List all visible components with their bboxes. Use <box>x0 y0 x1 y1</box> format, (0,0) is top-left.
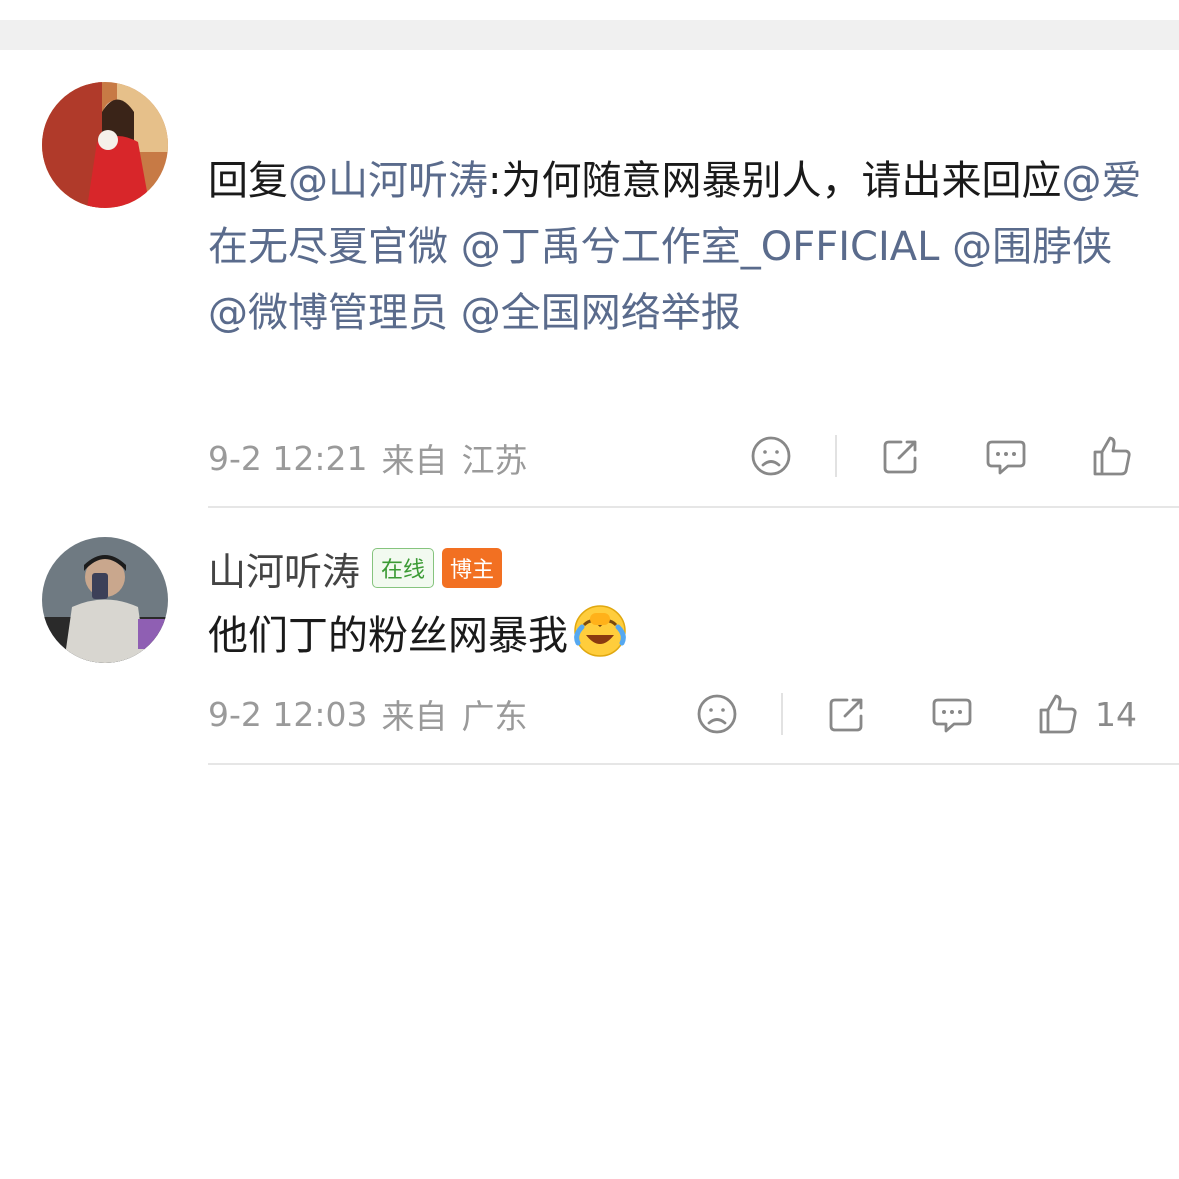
like-count: 14 <box>1095 694 1137 734</box>
comment-text: 回复@山河听涛:为何随意网暴别人，请出来回应@爱在无尽夏官微 @丁禹兮工作室_O… <box>208 148 1148 346</box>
comment-from-label: 来自 <box>381 441 448 480</box>
comment-location: 江苏 <box>461 441 528 480</box>
mention-link[interactable]: @全国网络举报 <box>461 290 741 336</box>
comment-text-segment <box>448 224 461 270</box>
dislike-face-icon[interactable] <box>747 432 795 480</box>
comment-actions: 14 <box>693 686 1137 742</box>
comment-text-segment: :为何随意网暴别人，请出来回应 <box>488 158 1062 204</box>
comment-date: 9-2 12:03 <box>208 694 368 734</box>
comment-meta: 9-2 12:21 来自 江苏 <box>208 430 528 486</box>
crying-laughing-emoji <box>572 603 628 679</box>
avatar[interactable] <box>42 537 168 663</box>
comment-icon[interactable] <box>928 690 976 738</box>
like-thumb-icon[interactable] <box>1033 690 1081 738</box>
dislike-face-icon[interactable] <box>693 690 741 738</box>
comment-date: 9-2 12:21 <box>208 438 368 478</box>
mention-link[interactable]: @山河听涛 <box>288 158 488 204</box>
mention-link[interactable]: @丁禹兮工作室_OFFICIAL <box>461 224 940 270</box>
comment-header: 山河听涛 在线 博主 <box>208 540 503 596</box>
comment-text-segment <box>448 290 461 336</box>
like-thumb-icon[interactable] <box>1087 432 1135 480</box>
top-bar <box>0 20 1179 50</box>
comment-text-segment <box>939 224 952 270</box>
comment-actions <box>747 428 1149 484</box>
online-badge: 在线 <box>372 548 435 588</box>
comment-location: 广东 <box>461 697 528 736</box>
action-separator <box>835 435 837 477</box>
comment-text-segment: 回复 <box>208 158 288 204</box>
username[interactable]: 山河听涛 <box>208 541 360 596</box>
comment-meta: 9-2 12:03 来自 广东 <box>208 686 528 742</box>
comment-icon[interactable] <box>982 432 1030 480</box>
comment-text: 他们丁的粉丝网暴我 <box>208 603 1148 679</box>
comment-divider <box>208 506 1179 508</box>
comment-divider <box>208 763 1179 765</box>
share-icon[interactable] <box>823 690 871 738</box>
comment-body: 他们丁的粉丝网暴我 <box>208 613 568 659</box>
share-icon[interactable] <box>877 432 925 480</box>
comment-from-label: 来自 <box>381 697 448 736</box>
mention-link[interactable]: @微博管理员 <box>208 290 448 336</box>
action-separator <box>781 693 783 735</box>
blogger-badge: 博主 <box>442 548 503 588</box>
avatar[interactable] <box>42 82 168 208</box>
mention-link[interactable]: @围脖侠 <box>952 224 1112 270</box>
